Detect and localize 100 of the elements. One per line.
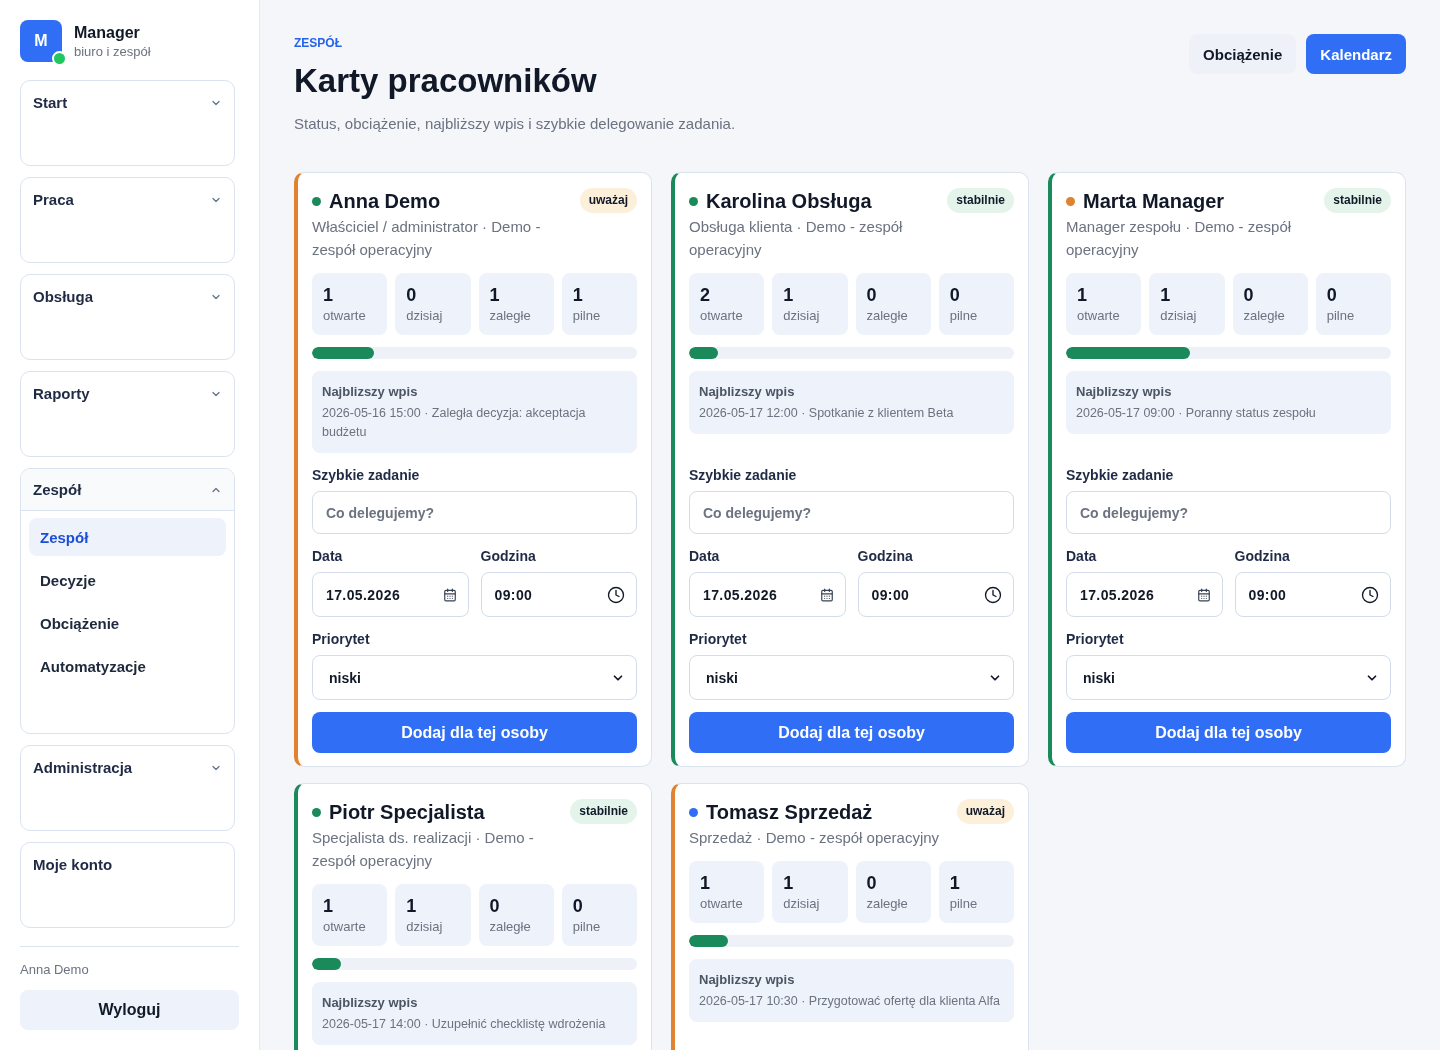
stat-label: otwarte <box>323 307 366 325</box>
stat-label: zaległe <box>489 918 531 936</box>
primary-button[interactable]: Kalendarz <box>1306 34 1406 74</box>
field-label: Priorytet <box>689 630 747 648</box>
secondary-button[interactable]: Obciążenie <box>1189 34 1297 74</box>
clock-icon <box>607 585 625 604</box>
task-input[interactable]: Co delegujemy? <box>1066 491 1391 534</box>
user-name: Anna Demo <box>20 962 90 978</box>
calendar-icon <box>1196 587 1211 602</box>
stat-label: pilne <box>1326 307 1355 325</box>
stat-value: 0 <box>949 284 960 306</box>
field-label: Priorytet <box>312 630 370 648</box>
next-entry-title: Najblizszy wpis <box>1076 383 1172 401</box>
employee-name: Tomasz Sprzedaż <box>706 800 873 825</box>
stat-label: dzisiaj <box>406 918 443 936</box>
nav-group-header[interactable]: Raporty <box>21 372 234 414</box>
stat-label: pilne <box>572 307 601 325</box>
add-task-button[interactable]: Dodaj dla tej osoby <box>689 712 1014 753</box>
online-status-icon <box>52 51 67 66</box>
date-field[interactable]: 17.05.2026 <box>689 572 846 617</box>
stat-value: 0 <box>489 895 500 917</box>
field-label: Szybkie zadanie <box>312 466 420 484</box>
employee-role: Sprzedaż · Demo - zespół operacyjny <box>689 828 940 848</box>
next-entry-title: Najblizszy wpis <box>322 383 418 401</box>
stat-value: 2 <box>700 284 710 306</box>
employee-name: Karolina Obsługa <box>706 189 872 214</box>
nav-item[interactable]: Obciążenie <box>29 604 226 642</box>
next-entry-text: 2026-05-17 09:00 · Poranny status zespołu <box>1076 405 1316 422</box>
field-label: Godzina <box>1234 547 1290 565</box>
next-entry-title: Najblizszy wpis <box>322 994 418 1012</box>
priority-select[interactable]: niski <box>689 655 1014 700</box>
task-input[interactable]: Co delegujemy? <box>689 491 1014 534</box>
section-label: ZESPÓŁ <box>294 35 342 51</box>
task-input[interactable]: Co delegujemy? <box>312 491 637 534</box>
stat-value: 0 <box>866 872 877 894</box>
priority-select[interactable]: niski <box>1066 655 1391 700</box>
stat-label: pilne <box>949 307 978 325</box>
stat-value: 1 <box>1077 284 1087 306</box>
field-label: Godzina <box>480 547 536 565</box>
brand-subtitle: biuro i zespół <box>74 42 151 60</box>
date-field[interactable]: 17.05.2026 <box>312 572 469 617</box>
field-label: Data <box>1066 547 1097 565</box>
stat-label: dzisiaj <box>1160 307 1197 325</box>
nav-item[interactable]: Zespół <box>29 518 226 556</box>
clock-icon <box>984 585 1002 604</box>
nav-item[interactable]: Automatyzacje <box>29 647 226 685</box>
stat-value: 1 <box>489 284 500 306</box>
status-badge: stabilnie <box>570 799 637 824</box>
page-title: Karty pracowników <box>294 61 597 101</box>
logo: M <box>20 20 62 62</box>
time-field[interactable]: 09:00 <box>1234 572 1391 617</box>
status-badge: stabilnie <box>1324 188 1391 213</box>
next-entry-text: 2026-05-16 15:00 · Zaległa decyzja: akceptacja budżetu <box>322 405 587 441</box>
nav-link[interactable]: Moje konto <box>21 843 234 885</box>
status-badge: uważaj <box>579 188 637 213</box>
field-label: Data <box>689 547 720 565</box>
nav-group-header[interactable]: Praca <box>21 178 234 220</box>
nav-group-header[interactable]: Administracja <box>21 746 234 788</box>
priority-select[interactable]: niski <box>312 655 637 700</box>
nav-group-header[interactable]: Obsługa <box>21 275 234 317</box>
nav-group-header[interactable]: Zespół <box>21 469 234 511</box>
date-field[interactable]: 17.05.2026 <box>1066 572 1223 617</box>
logout-button[interactable]: Wyloguj <box>20 990 239 1030</box>
field-label: Szybkie zadanie <box>1066 466 1174 484</box>
stat-value: 1 <box>323 895 333 917</box>
employee-name: Anna Demo <box>329 189 441 214</box>
nav-item[interactable]: Decyzje <box>29 561 226 599</box>
time-field[interactable]: 09:00 <box>480 572 637 617</box>
time-field[interactable]: 09:00 <box>857 572 1014 617</box>
stat-value: 0 <box>866 284 877 306</box>
employee-role: Właściciel / administrator · Demo - zespół operacyjny <box>312 217 542 260</box>
next-entry-text: 2026-05-17 14:00 · Uzupełnić checklistę wdrożenia <box>322 1016 606 1033</box>
employee-role: Manager zespołu · Demo - zespół operacyjny <box>1066 217 1293 260</box>
stat-label: pilne <box>949 895 978 913</box>
stat-value: 1 <box>783 872 794 894</box>
brand-name: Manager <box>74 22 141 43</box>
employee-role: Specjalista ds. realizacji · Demo - zespół operacyjny <box>312 828 535 871</box>
stat-value: 1 <box>1160 284 1171 306</box>
next-entry-text: 2026-05-17 10:30 · Przygotować ofertę dla klienta Alfa <box>699 993 1000 1010</box>
stat-label: pilne <box>572 918 601 936</box>
add-task-button[interactable]: Dodaj dla tej osoby <box>1066 712 1391 753</box>
next-entry-title: Najblizszy wpis <box>699 383 795 401</box>
stat-label: otwarte <box>700 895 743 913</box>
stat-value: 1 <box>406 895 417 917</box>
field-label: Godzina <box>857 547 913 565</box>
stat-value: 1 <box>949 872 960 894</box>
nav-group-header[interactable]: Start <box>21 81 234 123</box>
stat-value: 0 <box>1326 284 1337 306</box>
stat-value: 1 <box>572 284 583 306</box>
stat-label: dzisiaj <box>783 307 820 325</box>
employee-name: Piotr Specjalista <box>329 800 485 825</box>
stat-label: dzisiaj <box>406 307 443 325</box>
stat-label: zaległe <box>866 307 908 325</box>
status-badge: stabilnie <box>947 188 1014 213</box>
field-label: Priorytet <box>1066 630 1124 648</box>
stat-value: 0 <box>406 284 417 306</box>
add-task-button[interactable]: Dodaj dla tej osoby <box>312 712 637 753</box>
calendar-icon <box>442 587 457 602</box>
stat-label: zaległe <box>866 895 908 913</box>
stat-value: 0 <box>1243 284 1254 306</box>
